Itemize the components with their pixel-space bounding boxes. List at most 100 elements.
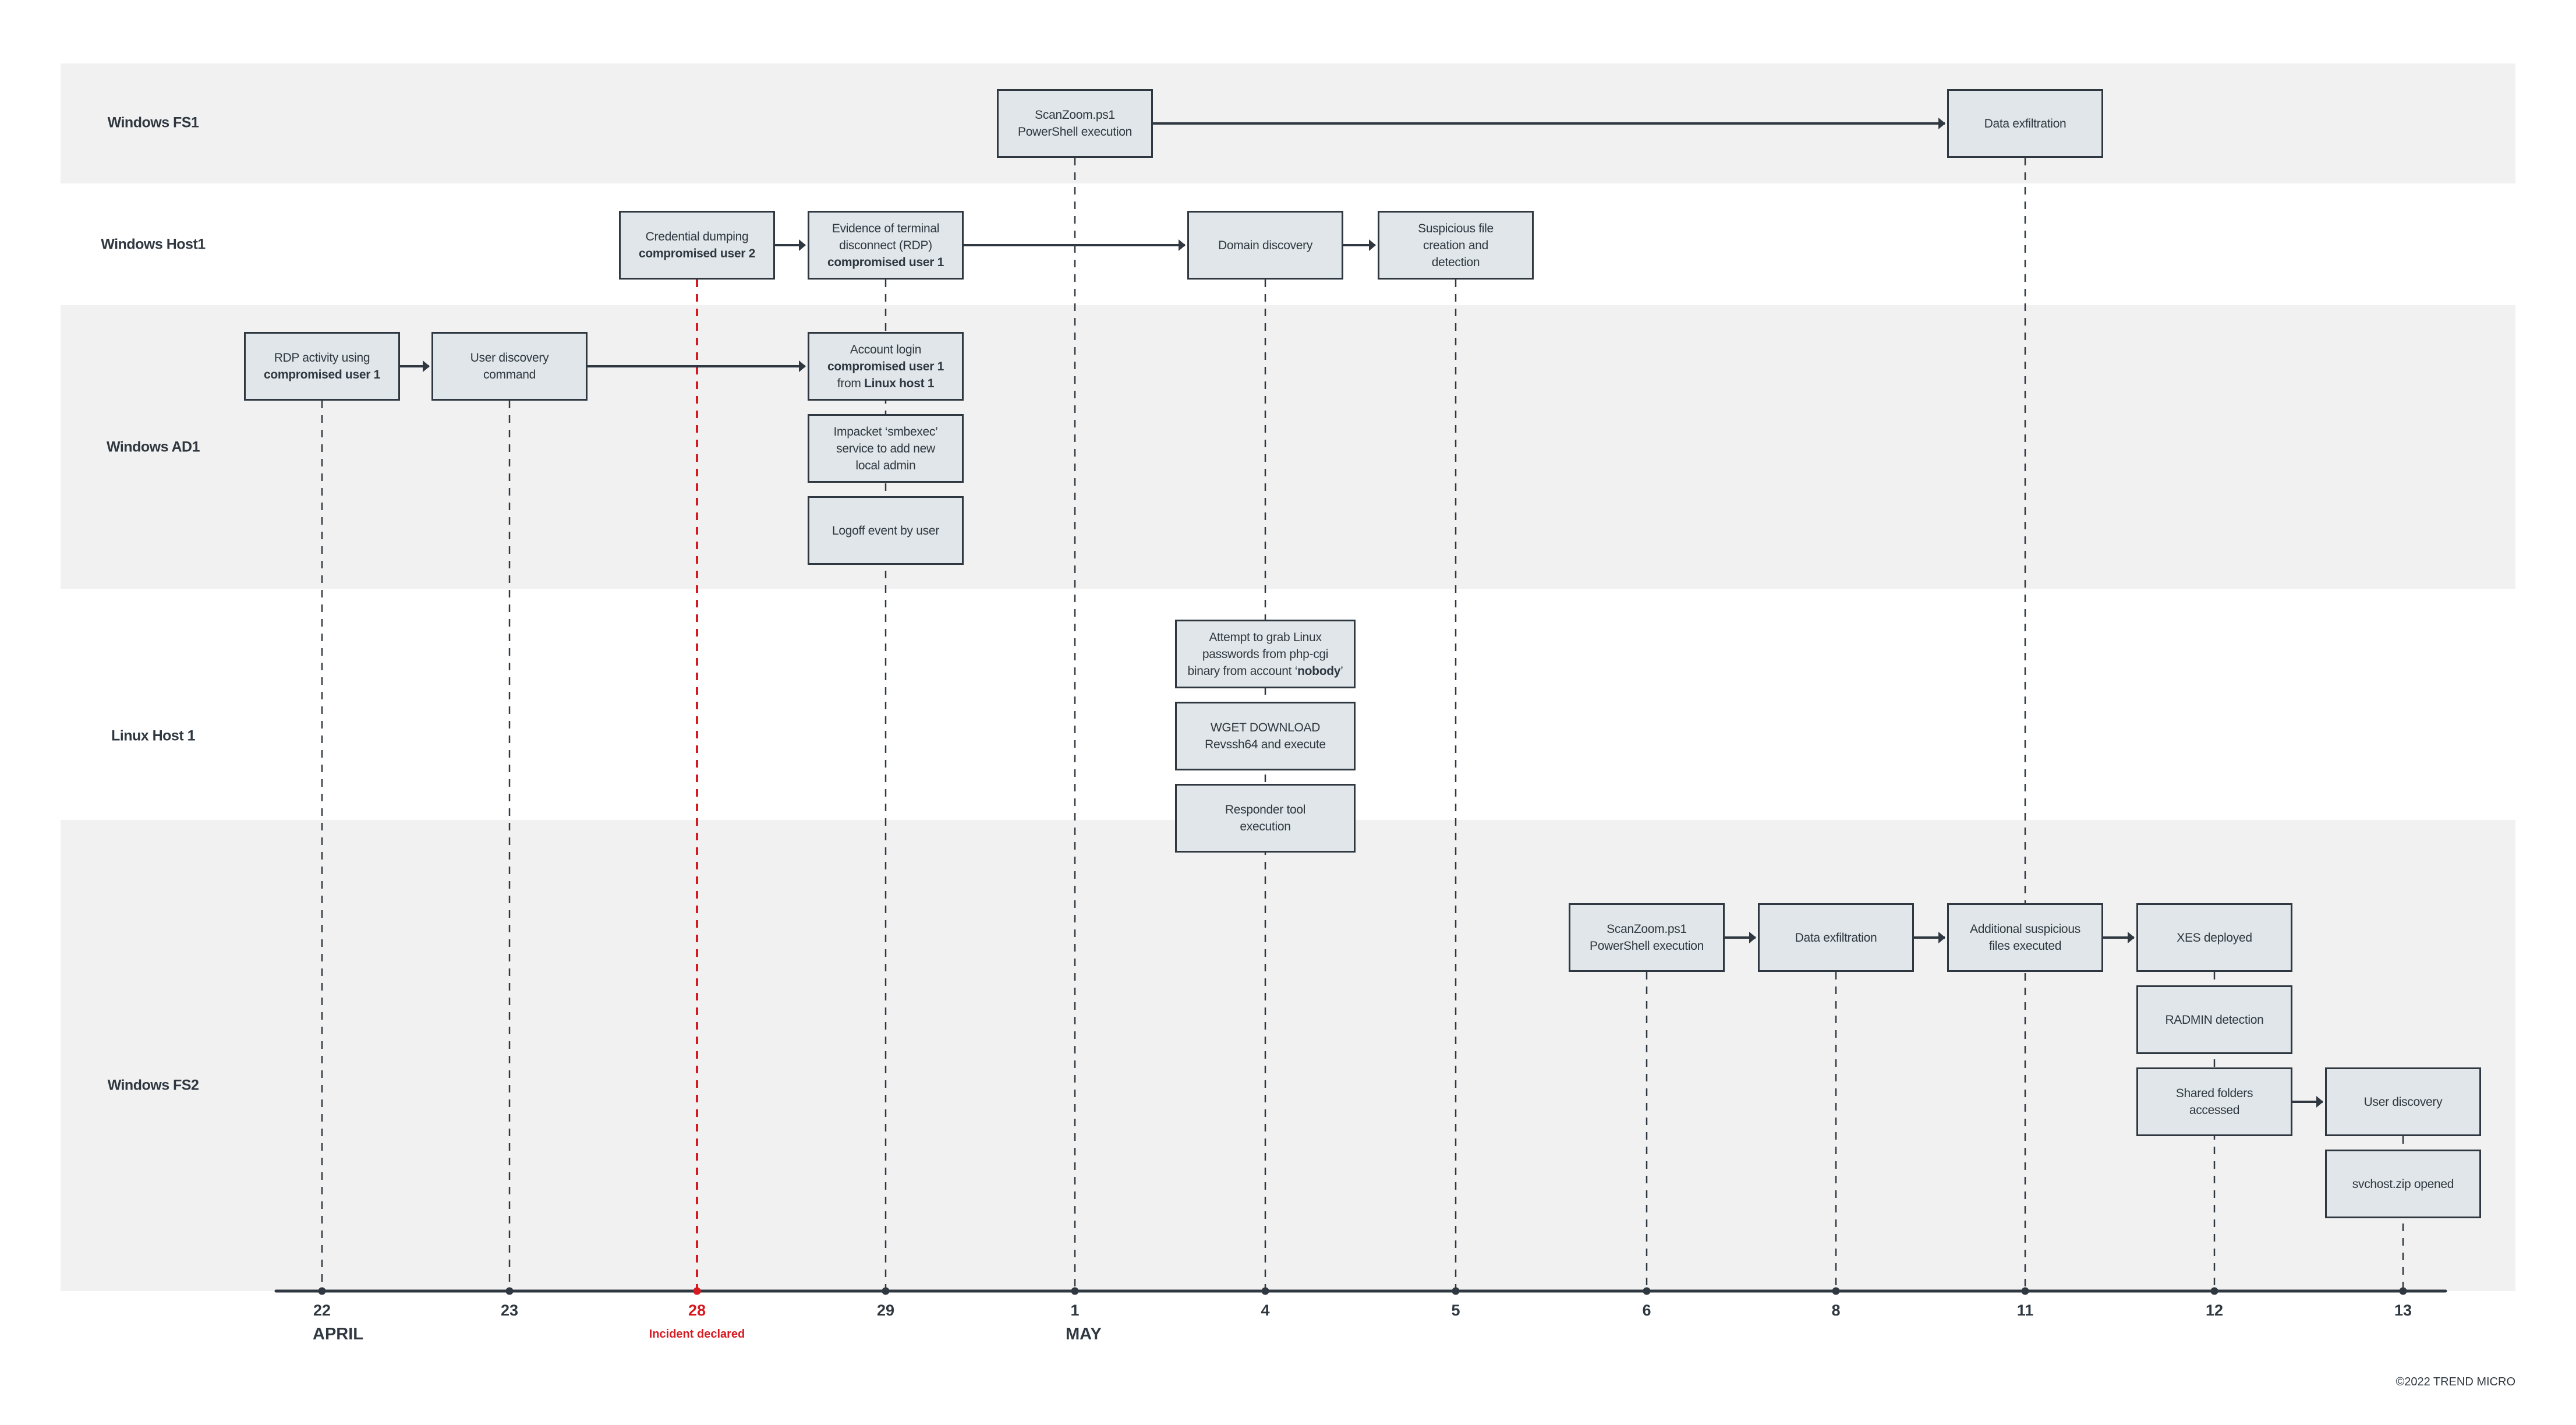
event-box: Evidence of terminal disconnect (RDP) comp… <box>808 211 964 280</box>
month-label: APRIL <box>313 1325 363 1343</box>
event-text: local admin <box>855 458 916 472</box>
lane-band-windows-fs1 <box>61 63 2515 183</box>
event-text: creation and <box>1423 238 1488 252</box>
event-text-emphasis: Linux host 1 <box>864 376 935 390</box>
event-text-line: binary from account ‘nobody’ <box>1187 663 1343 680</box>
month-label: MAY <box>1066 1325 1102 1343</box>
event-text-line: command <box>483 366 536 383</box>
event-text-line: Logoff event by user <box>832 522 939 539</box>
event-text-line: passwords from php-cgi <box>1202 646 1329 663</box>
event-box: Shared folders accessed <box>2136 1067 2292 1136</box>
event-text-line: WGET DOWNLOAD <box>1210 719 1321 736</box>
date-tick-label: 13 <box>2394 1302 2412 1319</box>
date-tick-label: 23 <box>500 1302 519 1319</box>
event-text: detection <box>1431 255 1480 269</box>
event-text-line: service to add new <box>836 440 935 457</box>
event-box: ScanZoom.ps1 PowerShell execution <box>997 89 1153 158</box>
event-box: Data exfiltration <box>1758 903 1914 972</box>
event-text-line: Additional suspicious <box>1970 921 2080 938</box>
event-text: Credential dumping <box>645 230 749 243</box>
event-text: Shared folders <box>2175 1087 2253 1100</box>
incident-declared-annotation: Incident declared <box>649 1328 745 1341</box>
event-box: User discovery <box>2325 1067 2481 1136</box>
copyright-notice: ©2022 TREND MICRO <box>2395 1376 2515 1388</box>
event-text-line: PowerShell execution <box>1018 123 1132 140</box>
event-text: execution <box>1240 820 1291 833</box>
event-text: ScanZoom.ps1 <box>1607 922 1687 936</box>
event-text: Data exfiltration <box>1984 116 2067 130</box>
event-text: files executed <box>1988 939 2062 953</box>
event-text: ScanZoom.ps1 <box>1035 108 1115 122</box>
event-text: Data exfiltration <box>1795 931 1877 945</box>
event-text-line: files executed <box>1988 938 2062 954</box>
lane-label-windows-host1: Windows Host1 <box>101 236 206 253</box>
event-text: Additional suspicious <box>1970 922 2080 936</box>
event-box: Responder tool execution <box>1175 784 1356 853</box>
event-text-line: PowerShell execution <box>1590 938 1704 954</box>
event-box: Data exfiltration <box>1947 89 2103 158</box>
event-text: Revssh64 and execute <box>1205 738 1326 751</box>
event-text-line: Domain discovery <box>1218 237 1312 254</box>
event-text-line: compromised user 2 <box>639 245 755 262</box>
event-text-line: Data exfiltration <box>1795 929 1877 946</box>
event-text-line: User discovery <box>2364 1094 2443 1111</box>
event-box: Impacket ‘smbexec’ service to add new loca… <box>808 414 964 483</box>
event-text: passwords from php-cgi <box>1202 647 1329 661</box>
event-text-line: local admin <box>856 457 916 474</box>
event-text-line: Attempt to grab Linux <box>1209 629 1322 646</box>
incident-timeline-diagram: Windows FS1 Windows Host1 Windows AD1 Li… <box>0 0 2576 1425</box>
event-box: Domain discovery <box>1187 211 1343 280</box>
event-text-emphasis: compromised user 2 <box>638 247 755 260</box>
event-text: accessed <box>2189 1104 2240 1117</box>
event-text-line: from Linux host 1 <box>837 375 935 392</box>
event-text: User discovery <box>470 351 549 365</box>
event-text-line: XES deployed <box>2177 929 2252 946</box>
event-text: User discovery <box>2363 1095 2443 1109</box>
event-box: RDP activity using compromised user 1 <box>244 332 400 401</box>
event-text-line: Responder tool <box>1225 801 1306 818</box>
event-text: Responder tool <box>1225 803 1306 816</box>
event-text: PowerShell execution <box>1590 939 1704 953</box>
event-box: Suspicious file creation and detection <box>1378 211 1534 280</box>
date-tick-label: 28 <box>688 1302 706 1319</box>
event-text-emphasis: nobody <box>1297 664 1341 678</box>
event-text: Suspicious file <box>1418 221 1494 235</box>
event-text-line: Shared folders <box>2176 1085 2253 1102</box>
event-text-line: Revssh64 and execute <box>1205 736 1326 753</box>
event-box: RADMIN detection <box>2136 985 2292 1054</box>
date-tick-label: 11 <box>2016 1302 2034 1319</box>
event-text: Account login <box>850 342 922 356</box>
event-text: RADMIN detection <box>2165 1013 2264 1027</box>
lane-band-windows-fs2 <box>61 820 2515 1291</box>
date-tick-label: 4 <box>1261 1302 1270 1319</box>
event-text: Attempt to grab Linux <box>1209 630 1322 644</box>
event-box: Logoff event by user <box>808 496 964 565</box>
event-text: Impacket ‘smbexec’ <box>833 425 938 439</box>
date-tick-label: 22 <box>313 1302 331 1319</box>
event-box: svchost.zip opened <box>2325 1150 2481 1218</box>
event-text-emphasis: compromised user 1 <box>827 359 944 373</box>
event-text-line: Credential dumping <box>646 228 749 245</box>
event-text: from <box>837 376 865 390</box>
event-text-line: accessed <box>2189 1102 2240 1119</box>
date-tick-label: 1 <box>1070 1302 1080 1319</box>
event-text: Logoff event by user <box>832 524 939 538</box>
event-box: Credential dumping compromised user 2 <box>619 211 775 280</box>
event-text: PowerShell execution <box>1018 125 1132 139</box>
lane-label-windows-fs1: Windows FS1 <box>107 114 199 131</box>
event-text-line: RADMIN detection <box>2165 1012 2263 1028</box>
event-text: RDP activity using <box>274 351 370 365</box>
event-text-line: Impacket ‘smbexec’ <box>834 423 938 440</box>
event-text: Domain discovery <box>1218 238 1313 252</box>
event-box: WGET DOWNLOAD Revssh64 and execute <box>1175 702 1356 770</box>
date-tick-label: 5 <box>1451 1302 1460 1319</box>
date-tick-label: 8 <box>1831 1302 1841 1319</box>
event-box: Additional suspicious files executed <box>1947 903 2103 972</box>
lane-label-windows-fs2: Windows FS2 <box>107 1077 199 1094</box>
event-text-line: ScanZoom.ps1 <box>1607 921 1687 938</box>
event-text-line: compromised user 1 <box>827 254 944 271</box>
lane-band-windows-ad1 <box>61 305 2515 589</box>
event-box: XES deployed <box>2136 903 2292 972</box>
event-text: WGET DOWNLOAD <box>1210 721 1321 734</box>
event-text-line: svchost.zip opened <box>2352 1176 2454 1193</box>
